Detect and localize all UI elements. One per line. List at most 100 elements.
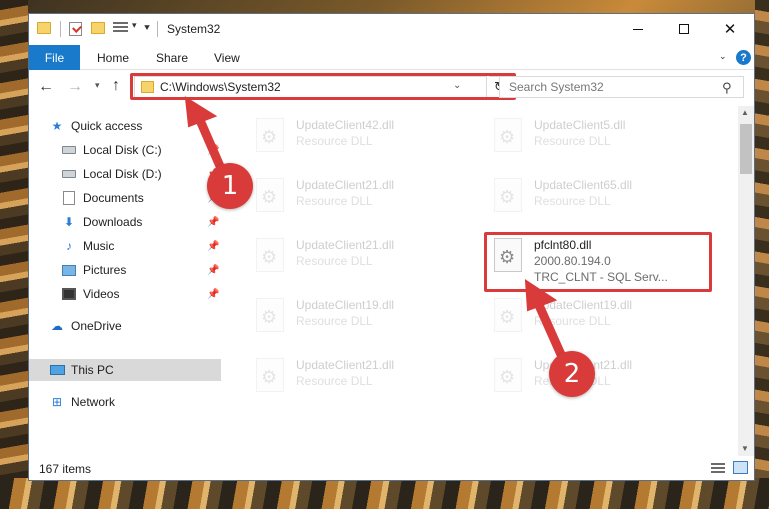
back-arrow-icon[interactable]: ← <box>38 78 54 96</box>
title-separator <box>157 21 158 37</box>
file-name: UpdateClient21.dll <box>296 358 395 372</box>
dll-file-icon <box>494 358 522 392</box>
pin-icon[interactable]: 📌 <box>207 217 219 228</box>
folder-icon <box>141 81 154 93</box>
sidebar-item-label: Quick access <box>71 119 143 133</box>
search-input[interactable]: Search System32 ⚲ <box>499 76 744 98</box>
tab-file[interactable]: File <box>29 45 80 70</box>
file-item[interactable]: UpdateClient21.dll Resource DLL <box>222 174 452 230</box>
sidebar-item-music[interactable]: ♪ Music <box>61 235 114 257</box>
customize-dropdown-icon[interactable]: ▾ <box>132 20 137 31</box>
step-badge-2: 2 <box>549 351 595 397</box>
file-description: Resource DLL <box>296 374 373 388</box>
properties-icon[interactable] <box>69 22 82 36</box>
sidebar-item-local-disk-c[interactable]: Local Disk (C:) <box>61 139 162 161</box>
network-icon: ⊞ <box>51 395 63 409</box>
pin-icon[interactable]: 📌 <box>207 289 219 300</box>
file-item[interactable]: UpdateClient5.dll Resource DLL <box>460 114 690 170</box>
search-icon[interactable]: ⚲ <box>722 80 732 96</box>
up-arrow-icon[interactable]: ↑ <box>112 77 120 95</box>
file-item[interactable]: UpdateClient65.dll Resource DLL <box>460 174 690 230</box>
quick-access-toolbar-chevron-icon[interactable]: ⯆ <box>143 23 151 34</box>
pin-icon[interactable]: 📌 <box>207 265 219 276</box>
sidebar-item-quick-access[interactable]: ★ Quick access <box>49 115 143 137</box>
file-name: UpdateClient19.dll <box>296 298 395 312</box>
ribbon-tabs: File Home Share View ⌄ ? <box>29 45 754 70</box>
drive-icon <box>61 167 77 181</box>
sidebar-item-onedrive[interactable]: ☁ OneDrive <box>49 315 122 337</box>
pictures-icon <box>61 263 77 277</box>
file-description: Resource DLL <box>296 254 373 268</box>
documents-icon <box>61 191 77 205</box>
desktop-background-right <box>755 0 769 509</box>
dll-file-icon <box>256 178 284 212</box>
forward-arrow-icon[interactable]: → <box>67 78 83 96</box>
computer-icon <box>49 363 65 377</box>
file-name: UpdateClient5.dll <box>534 118 626 132</box>
address-bar[interactable]: C:\Windows\System32 ⌄ <box>134 76 487 98</box>
file-description: Resource DLL <box>534 194 611 208</box>
sidebar-item-downloads[interactable]: ⬇ Downloads <box>61 211 142 233</box>
close-button[interactable]: ✕ <box>707 14 753 44</box>
dll-file-icon <box>494 118 522 152</box>
sidebar-item-label: OneDrive <box>71 319 122 333</box>
pin-icon[interactable]: 📌 <box>207 145 219 156</box>
sidebar-item-pictures[interactable]: Pictures <box>61 259 126 281</box>
step-badge-1: 1 <box>207 163 253 209</box>
new-folder-icon[interactable] <box>91 22 105 34</box>
layout-icon[interactable] <box>113 22 128 35</box>
help-icon[interactable]: ? <box>736 50 751 65</box>
sidebar-item-network[interactable]: ⊞ Network <box>49 391 115 413</box>
file-description: Resource DLL <box>296 194 373 208</box>
sidebar-item-label: Videos <box>83 287 120 301</box>
large-icons-view-icon[interactable] <box>733 461 748 474</box>
download-icon: ⬇ <box>63 215 75 229</box>
tab-view[interactable]: View <box>214 45 240 70</box>
sidebar-item-this-pc[interactable]: This PC <box>49 359 114 381</box>
tab-share[interactable]: Share <box>156 45 188 70</box>
dll-file-icon <box>256 238 284 272</box>
expand-ribbon-icon[interactable]: ⌄ <box>719 51 727 62</box>
sidebar-item-label: Documents <box>83 191 144 205</box>
vertical-scrollbar[interactable]: ▲ ▼ <box>738 106 754 456</box>
dll-file-icon <box>256 298 284 332</box>
folder-icon[interactable] <box>37 22 51 34</box>
scrollbar-thumb[interactable] <box>740 124 752 174</box>
file-highlight <box>484 232 712 292</box>
navigation-bar: ← → ▾ ↑ C:\Windows\System32 ⌄ ↻ Search S… <box>29 71 754 105</box>
window-title: System32 <box>167 22 221 36</box>
recent-locations-icon[interactable]: ▾ <box>95 80 100 91</box>
sidebar-item-label: Local Disk (D:) <box>83 167 162 181</box>
file-item[interactable]: UpdateClient42.dll Resource DLL <box>222 114 452 170</box>
sidebar-item-label: Pictures <box>83 263 127 277</box>
scroll-down-arrow-icon[interactable]: ▼ <box>741 444 749 453</box>
file-item[interactable]: UpdateClient21.dll Resource DLL <box>222 234 452 290</box>
minimize-button[interactable] <box>615 14 661 44</box>
pin-icon[interactable]: 📌 <box>207 241 219 252</box>
sidebar-item-documents[interactable]: Documents <box>61 187 144 209</box>
file-name: UpdateClient42.dll <box>296 118 395 132</box>
file-item[interactable]: UpdateClient19.dll Resource DLL <box>222 294 452 350</box>
sidebar-item-label: Downloads <box>83 215 143 229</box>
file-name: UpdateClient21.dll <box>296 238 395 252</box>
tab-home[interactable]: Home <box>97 45 129 70</box>
file-description: Resource DLL <box>534 134 611 148</box>
sidebar-item-local-disk-d[interactable]: Local Disk (D:) <box>61 163 162 185</box>
details-view-icon[interactable] <box>711 463 725 473</box>
drive-icon <box>61 143 77 157</box>
navigation-pane: ★ Quick access Local Disk (C:) 📌 Local D… <box>29 106 222 456</box>
sidebar-item-label: Music <box>83 239 115 253</box>
address-dropdown-icon[interactable]: ⌄ <box>453 80 461 91</box>
file-list: UpdateClient42.dll Resource DLL UpdateCl… <box>222 106 738 456</box>
sidebar-item-videos[interactable]: Videos <box>61 283 119 305</box>
address-text[interactable]: C:\Windows\System32 <box>160 80 281 94</box>
item-count: 167 items <box>39 462 92 476</box>
cloud-icon: ☁ <box>51 319 63 333</box>
file-name: UpdateClient21.dll <box>296 178 395 192</box>
scroll-up-arrow-icon[interactable]: ▲ <box>741 108 749 117</box>
file-item[interactable]: UpdateClient19.dll Resource DLL <box>460 294 690 350</box>
maximize-button[interactable] <box>661 14 707 44</box>
file-item[interactable]: UpdateClient21.dll Resource DLL <box>222 354 452 410</box>
search-placeholder: Search System32 <box>509 80 604 94</box>
dll-file-icon <box>494 178 522 212</box>
